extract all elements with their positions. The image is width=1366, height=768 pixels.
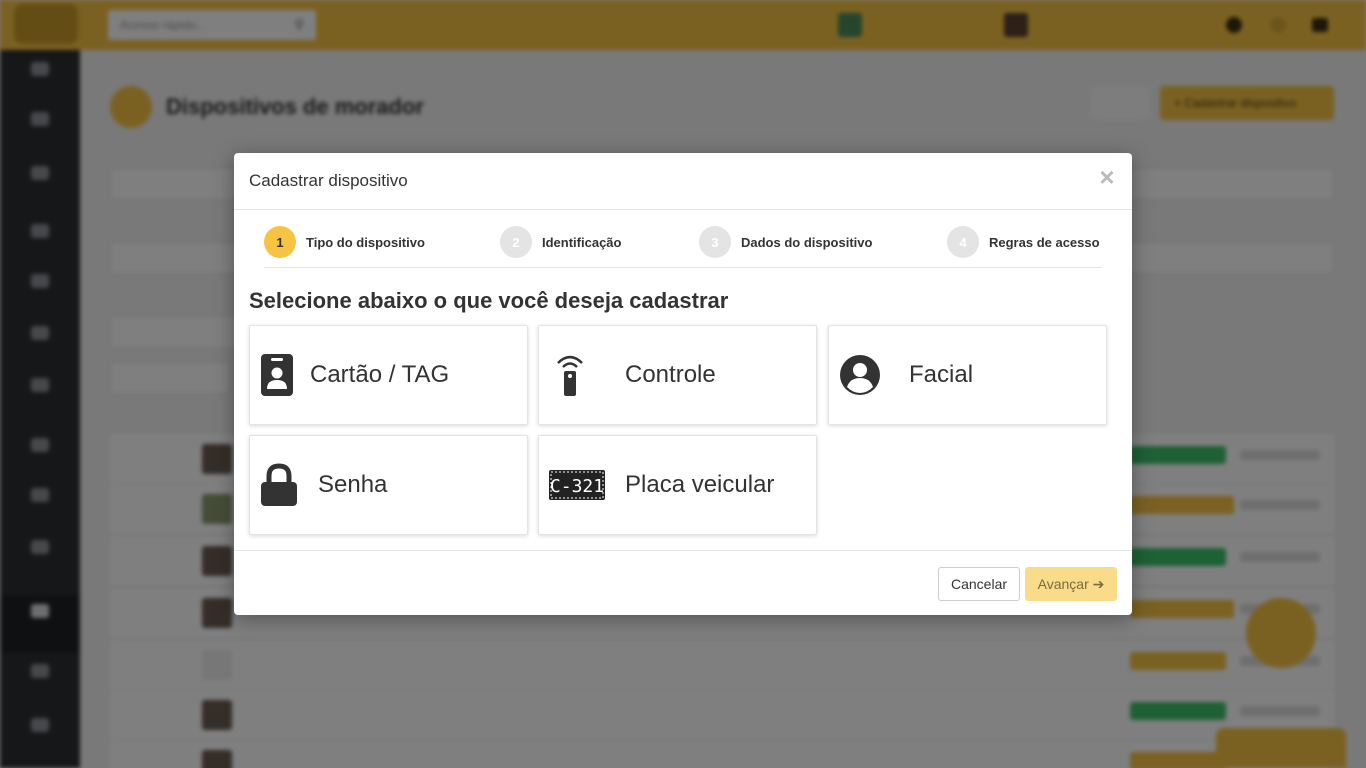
step-number: 4 [947, 226, 979, 258]
section-title: Selecione abaixo o que você deseja cadas… [249, 288, 729, 313]
step-device-data: 3 Dados do dispositivo [699, 226, 872, 258]
option-license-plate[interactable]: C-321 Placa veicular [538, 435, 817, 535]
plate-text: C-321 [550, 476, 604, 497]
option-card-tag[interactable]: Cartão / TAG [249, 325, 528, 425]
id-badge-icon [260, 353, 294, 397]
step-identification: 2 Identificação [500, 226, 621, 258]
step-number: 3 [699, 226, 731, 258]
remote-control-icon [555, 353, 585, 397]
step-label: Regras de acesso [989, 234, 1100, 250]
step-device-type: 1 Tipo do dispositivo [264, 226, 425, 258]
option-password[interactable]: Senha [249, 435, 528, 535]
modal-header: Cadastrar dispositivo × [234, 153, 1132, 210]
next-button-label: Avançar [1037, 576, 1089, 592]
option-label: Cartão / TAG [310, 361, 450, 388]
user-circle-icon [839, 354, 881, 396]
next-button[interactable]: Avançar ➔ [1025, 567, 1117, 601]
step-access-rules: 4 Regras de acesso [947, 226, 1100, 258]
option-label: Controle [625, 361, 716, 388]
step-number: 1 [264, 226, 296, 258]
license-plate-icon: C-321 [549, 470, 605, 500]
option-label: Senha [318, 471, 388, 498]
modal-footer: Cancelar Avançar ➔ [234, 550, 1132, 615]
step-number: 2 [500, 226, 532, 258]
arrow-right-icon: ➔ [1092, 576, 1105, 592]
wizard-steps: 1 Tipo do dispositivo 2 Identificação 3 … [264, 210, 1102, 268]
cancel-button[interactable]: Cancelar [938, 567, 1020, 601]
option-label: Facial [909, 361, 974, 388]
step-label: Tipo do dispositivo [306, 234, 425, 250]
lock-icon [260, 463, 298, 507]
close-icon[interactable]: × [1092, 162, 1122, 192]
step-label: Dados do dispositivo [741, 234, 873, 250]
register-device-modal: Cadastrar dispositivo × 1 Tipo do dispos… [234, 153, 1132, 615]
option-label: Placa veicular [625, 471, 775, 498]
modal-title: Cadastrar dispositivo [249, 171, 408, 190]
option-facial[interactable]: Facial [828, 325, 1107, 425]
step-label: Identificação [542, 234, 622, 250]
option-remote[interactable]: Controle [538, 325, 817, 425]
